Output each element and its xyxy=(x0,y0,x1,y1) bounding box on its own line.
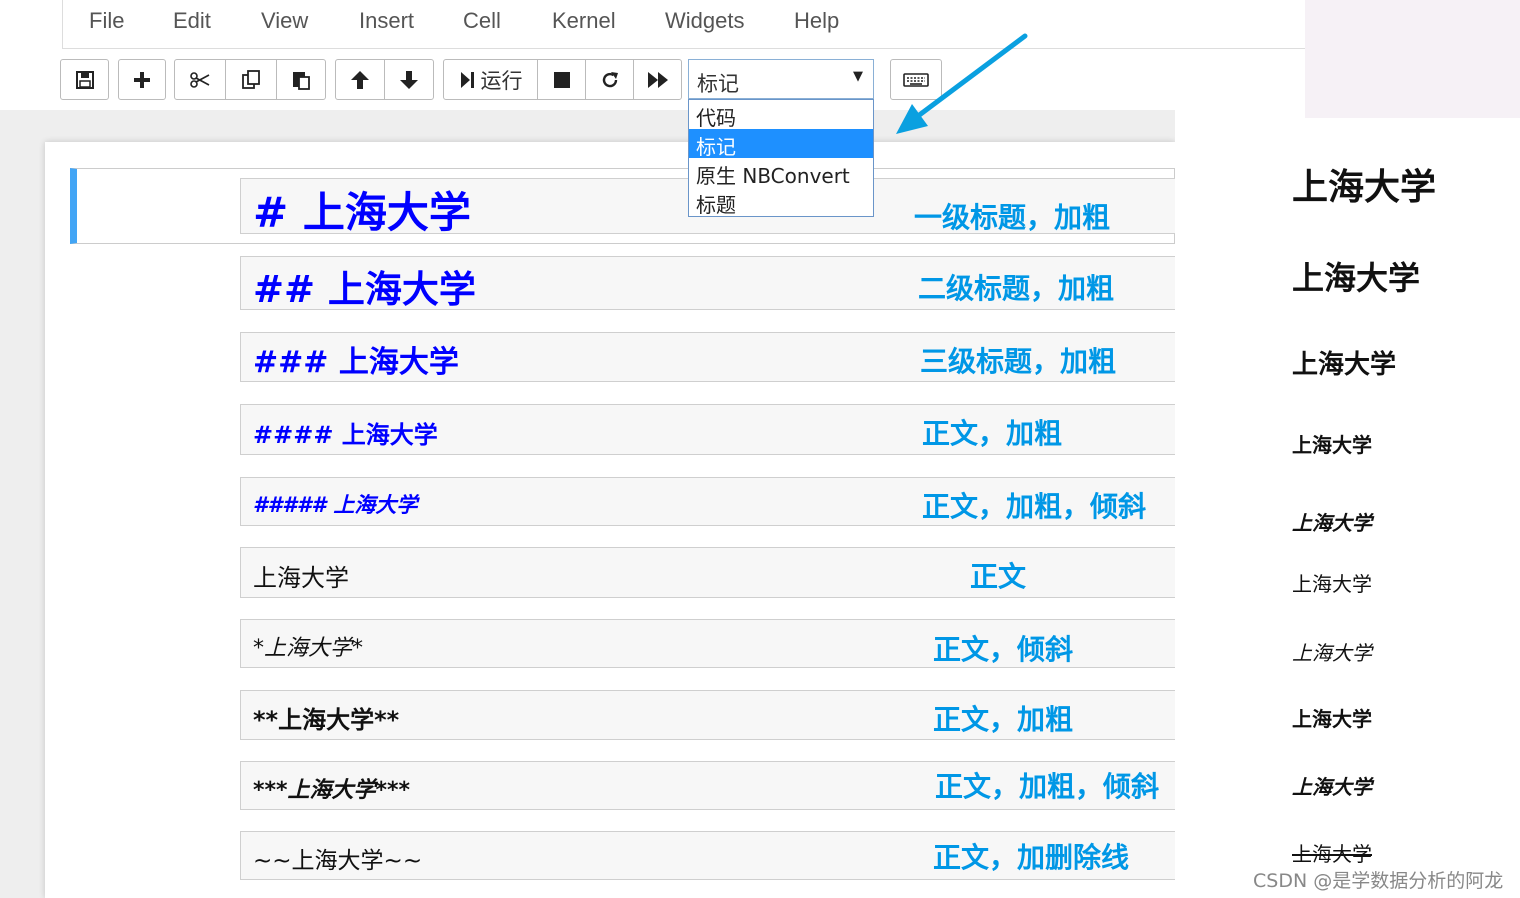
move-down-button[interactable] xyxy=(384,59,434,100)
menu-widgets[interactable]: Widgets xyxy=(665,8,744,34)
cell-source: #### 上海大学 xyxy=(253,421,438,449)
rendered-bold: 上海大学 xyxy=(1292,707,1372,731)
paste-button[interactable] xyxy=(276,59,326,100)
rendered-bold-italic: 上海大学 xyxy=(1292,775,1372,799)
cell-annotation: 三级标题，加粗 xyxy=(920,345,1117,378)
rendered-h1: 上海大学 xyxy=(1292,167,1437,208)
menu-edit[interactable]: Edit xyxy=(173,8,211,34)
stop-icon xyxy=(553,71,570,88)
cell-annotation: 正文 xyxy=(970,560,1027,593)
rendered-h5: 上海大学 xyxy=(1292,511,1372,535)
cell-annotation: 正文，加删除线 xyxy=(933,841,1130,874)
copy-icon xyxy=(242,69,260,89)
cell-source: *上海大学* xyxy=(253,636,364,661)
notebook-header: File Edit View Insert Cell Kernel Widget… xyxy=(0,0,1305,110)
rendered-h3: 上海大学 xyxy=(1292,350,1397,380)
insert-cell-button[interactable] xyxy=(118,59,166,100)
cell-source: ~~上海大学~~ xyxy=(253,848,423,874)
interrupt-button[interactable] xyxy=(537,59,586,100)
cell-source: 上海大学 xyxy=(253,564,349,592)
rendered-h4: 上海大学 xyxy=(1292,433,1372,457)
arrow-up-icon xyxy=(351,70,369,89)
cut-button[interactable] xyxy=(174,59,226,100)
annotation-arrow xyxy=(896,33,1028,134)
right-background xyxy=(1305,0,1520,118)
dropdown-option-code[interactable]: 代码 xyxy=(689,100,873,130)
menu-help[interactable]: Help xyxy=(794,8,839,34)
cell-source: # 上海大学 xyxy=(253,188,471,237)
menu-file[interactable]: File xyxy=(89,8,124,34)
menu-kernel[interactable]: Kernel xyxy=(552,8,616,34)
fast-forward-icon xyxy=(647,71,668,88)
dropdown-option-markdown[interactable]: 标记 xyxy=(689,129,873,159)
paste-icon xyxy=(293,71,310,90)
rendered-italic: 上海大学 xyxy=(1292,641,1372,665)
cell-annotation: 一级标题，加粗 xyxy=(914,201,1111,234)
markdown-cell[interactable]: 上海大学 xyxy=(240,547,1175,598)
menu-insert[interactable]: Insert xyxy=(359,8,414,34)
cell-annotation: 正文，加粗，倾斜 xyxy=(935,770,1160,803)
run-all-button[interactable] xyxy=(633,59,682,100)
cell-annotation: 正文，加粗，倾斜 xyxy=(922,490,1147,523)
rendered-strikethrough: 上海大学 xyxy=(1292,842,1372,866)
dropdown-option-heading[interactable]: 标题 xyxy=(689,187,873,217)
cell-source: ## 上海大学 xyxy=(253,268,476,311)
menu-cell[interactable]: Cell xyxy=(463,8,501,34)
save-button[interactable] xyxy=(60,59,109,100)
cell-annotation: 正文，加粗 xyxy=(922,417,1063,450)
cell-source: ##### 上海大学 xyxy=(253,493,418,517)
cell-type-dropdown: 代码 标记 原生 NBConvert 标题 xyxy=(688,99,874,217)
cell-source: **上海大学** xyxy=(253,706,400,734)
copy-button[interactable] xyxy=(225,59,277,100)
watermark: CSDN @是学数据分析的阿龙 xyxy=(1253,870,1504,892)
cell-annotation: 正文，倾斜 xyxy=(933,633,1074,666)
cell-annotation: 二级标题，加粗 xyxy=(918,272,1115,305)
menu-view[interactable]: View xyxy=(261,8,308,34)
save-icon xyxy=(75,70,94,89)
run-icon xyxy=(460,71,474,88)
rendered-h2: 上海大学 xyxy=(1292,259,1421,297)
menu-bar: File Edit View Insert Cell Kernel Widget… xyxy=(62,0,1305,49)
run-label: 运行 xyxy=(480,68,523,93)
cut-icon xyxy=(190,71,210,88)
cell-annotation: 正文，加粗 xyxy=(933,703,1074,736)
rendered-plain: 上海大学 xyxy=(1292,572,1372,596)
chevron-down-icon: ▼ xyxy=(853,69,863,84)
cell-source: ### 上海大学 xyxy=(253,345,459,380)
cell-type-value: 标记 xyxy=(697,72,739,96)
arrow-down-icon xyxy=(400,70,418,89)
move-up-button[interactable] xyxy=(335,59,385,100)
restart-icon xyxy=(602,71,618,87)
dropdown-option-raw[interactable]: 原生 NBConvert xyxy=(689,158,873,188)
cell-type-select[interactable]: 标记 ▼ xyxy=(688,59,874,99)
plus-icon xyxy=(134,71,150,88)
cell-source: ***上海大学*** xyxy=(253,778,411,803)
run-button[interactable]: 运行 xyxy=(443,59,538,100)
restart-button[interactable] xyxy=(585,59,634,100)
